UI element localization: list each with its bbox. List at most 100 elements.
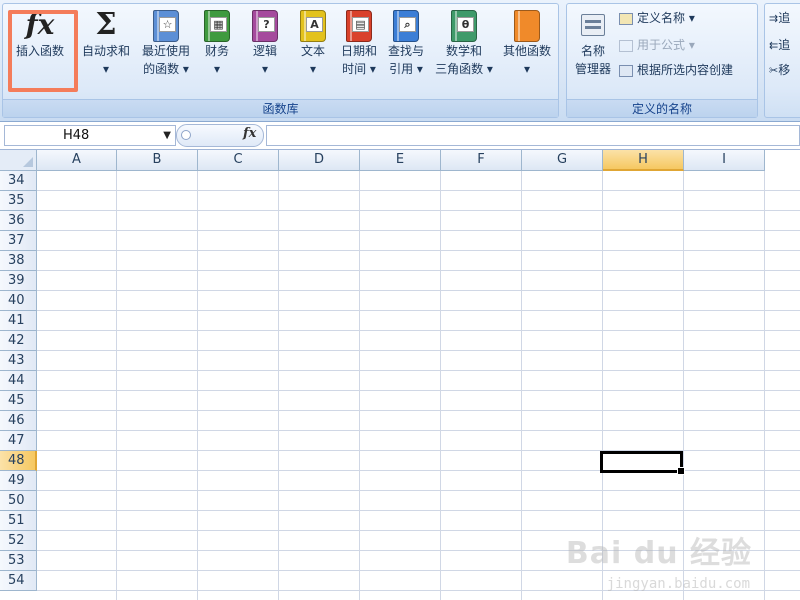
remove-arrows-button[interactable]: ✂移 xyxy=(769,60,790,80)
autosum-button[interactable]: Σ 自动求和 ▾ xyxy=(77,8,135,92)
row-header-52[interactable]: 52 xyxy=(0,531,37,551)
row-header-42[interactable]: 42 xyxy=(0,331,37,351)
row-header-47[interactable]: 47 xyxy=(0,431,37,451)
name-box[interactable]: H48 ▼ xyxy=(4,125,176,146)
column-header-e[interactable]: E xyxy=(360,150,441,171)
more-functions-label: 其他函数 xyxy=(502,44,551,58)
row-header-50[interactable]: 50 xyxy=(0,491,37,511)
row-header-44[interactable]: 44 xyxy=(0,371,37,391)
highlight-box xyxy=(8,10,78,92)
recently-used-button[interactable]: ☆ 最近使用 的函数 ▾ xyxy=(136,8,196,92)
row-header-48[interactable]: 48 xyxy=(0,451,37,471)
function-library-label: 函数库 xyxy=(3,99,558,117)
books-icon xyxy=(514,10,540,42)
select-all-button[interactable] xyxy=(0,150,37,171)
column-header-d[interactable]: D xyxy=(279,150,360,171)
spreadsheet-grid: ABCDEFGHI 34 35 36 37 38 39 40 41 42 43 44 45 46 47 48… xyxy=(0,150,800,600)
financial-dropdown: ▾ xyxy=(213,62,221,76)
recently-used-label: 最近使用 xyxy=(141,44,190,58)
lookup-label: 查找与 xyxy=(387,44,424,58)
row-header-37[interactable]: 37 xyxy=(0,231,37,251)
logical-book-icon: ? xyxy=(252,10,278,42)
row-header-45[interactable]: 45 xyxy=(0,391,37,411)
lookup-reference-button[interactable]: ⌕ 查找与 引用 ▾ xyxy=(383,8,429,92)
create-from-selection-icon xyxy=(619,64,633,77)
row-header-43[interactable]: 43 xyxy=(0,351,37,371)
insert-function-fx-button[interactable]: fx xyxy=(243,126,256,141)
row-header-39[interactable]: 39 xyxy=(0,271,37,291)
row-header-53[interactable]: 53 xyxy=(0,551,37,571)
row-header-49[interactable]: 49 xyxy=(0,471,37,491)
name-manager-button[interactable]: 名称 管理器 xyxy=(569,8,617,92)
logical-label: 逻辑 xyxy=(252,44,277,58)
magnifier-book-icon: ⌕ xyxy=(393,10,419,42)
name-box-value: H48 xyxy=(63,128,90,143)
row-header-38[interactable]: 38 xyxy=(0,251,37,271)
create-from-selection-button[interactable]: 根据所选内容创建 xyxy=(619,60,733,80)
math-trig-label: 数学和 xyxy=(445,44,482,58)
column-header-h[interactable]: H xyxy=(603,150,684,171)
text-label: 文本 xyxy=(300,44,325,58)
defined-names-label: 定义的名称 xyxy=(567,99,757,117)
date-time-button[interactable]: ▤ 日期和 时间 ▾ xyxy=(337,8,381,92)
row-header-46[interactable]: 46 xyxy=(0,411,37,431)
name-manager-label: 名称 xyxy=(580,44,605,58)
row-header-36[interactable]: 36 xyxy=(0,211,37,231)
math-trig-label2: 三角函数 ▾ xyxy=(435,62,493,76)
column-header-i[interactable]: I xyxy=(684,150,765,171)
trace-icon: ⇉ xyxy=(769,12,779,25)
financial-button[interactable]: ▦ 财务 ▾ xyxy=(198,8,236,92)
function-library-group: fx 插入函数 Σ 自动求和 ▾ ☆ 最近使用 的函数 ▾ ▦ 财务 ▾ ? 逻… xyxy=(2,3,559,118)
row-header-35[interactable]: 35 xyxy=(0,191,37,211)
watermark: Bai du 经验 xyxy=(565,536,752,571)
star-book-icon: ☆ xyxy=(153,10,179,42)
watermark-url: jingyan.baidu.com xyxy=(606,576,750,592)
more-functions-button[interactable]: 其他函数 ▾ xyxy=(497,8,557,92)
formula-auditing-group: ⇉追 ⇇追 ✂移 xyxy=(764,3,800,118)
autosum-label: 自动求和 xyxy=(81,44,130,58)
date-time-label2: 时间 ▾ xyxy=(342,62,376,76)
financial-book-icon: ▦ xyxy=(204,10,230,42)
sigma-icon: Σ xyxy=(95,7,117,42)
formula-input[interactable] xyxy=(266,125,800,146)
use-in-formula-button[interactable]: 用于公式 ▾ xyxy=(619,35,695,55)
chevron-down-icon[interactable]: ▼ xyxy=(163,126,171,145)
trace-precedents-button[interactable]: ⇉追 xyxy=(769,8,790,28)
row-header-40[interactable]: 40 xyxy=(0,291,37,311)
text-button[interactable]: A 文本 ▾ xyxy=(294,8,332,92)
date-time-label: 日期和 xyxy=(340,44,377,58)
trace-dependents-icon: ⇇ xyxy=(769,39,779,52)
row-header-34[interactable]: 34 xyxy=(0,171,37,191)
row-header-41[interactable]: 41 xyxy=(0,311,37,331)
lookup-label2: 引用 ▾ xyxy=(389,62,423,76)
autosum-dropdown: ▾ xyxy=(102,62,110,76)
logical-dropdown: ▾ xyxy=(261,62,269,76)
name-manager-label2: 管理器 xyxy=(574,62,611,76)
define-name-label: 定义名称 ▾ xyxy=(637,11,695,25)
column-header-f[interactable]: F xyxy=(441,150,522,171)
column-header-b[interactable]: B xyxy=(117,150,198,171)
row-header-54[interactable]: 54 xyxy=(0,571,37,591)
logical-button[interactable]: ? 逻辑 ▾ xyxy=(246,8,284,92)
active-cell[interactable] xyxy=(600,451,685,475)
resize-handle-icon[interactable] xyxy=(181,130,191,140)
formula-icon xyxy=(619,39,633,52)
column-header-a[interactable]: A xyxy=(37,150,117,171)
theta-book-icon: θ xyxy=(451,10,477,42)
text-book-icon: A xyxy=(300,10,326,42)
calendar-book-icon: ▤ xyxy=(346,10,372,42)
name-manager-icon xyxy=(578,8,608,42)
ribbon: fx 插入函数 Σ 自动求和 ▾ ☆ 最近使用 的函数 ▾ ▦ 财务 ▾ ? 逻… xyxy=(0,0,800,122)
define-name-button[interactable]: 定义名称 ▾ xyxy=(619,8,695,28)
column-headers: ABCDEFGHI xyxy=(37,150,800,171)
column-header-g[interactable]: G xyxy=(522,150,603,171)
remove-arrows-icon: ✂ xyxy=(769,64,779,77)
define-name-icon xyxy=(619,12,633,25)
column-header-c[interactable]: C xyxy=(198,150,279,171)
math-trig-button[interactable]: θ 数学和 三角函数 ▾ xyxy=(431,8,497,92)
financial-label: 财务 xyxy=(204,44,229,58)
formula-bar: H48 ▼ fx xyxy=(0,122,800,150)
more-functions-dropdown: ▾ xyxy=(523,62,531,76)
row-header-51[interactable]: 51 xyxy=(0,511,37,531)
trace-dependents-button[interactable]: ⇇追 xyxy=(769,35,790,55)
